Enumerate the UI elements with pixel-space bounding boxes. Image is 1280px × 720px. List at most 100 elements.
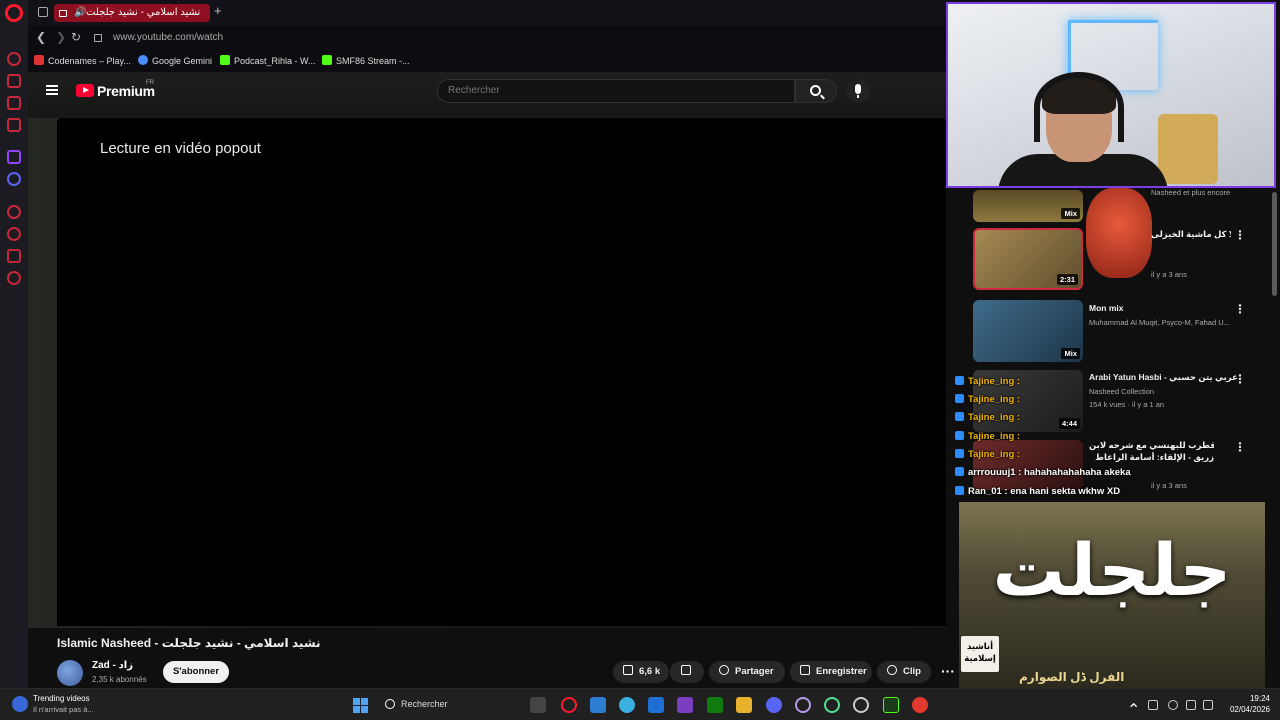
bookmark-smf86[interactable]: SMF86 Stream -... bbox=[322, 55, 410, 66]
rec-title[interactable]: Arabi Yatun Hasbi - عربي يتن حسبي bbox=[1089, 372, 1239, 383]
rec-thumb-5[interactable] bbox=[973, 440, 1083, 490]
chat-message: Tajine_ing : bbox=[955, 431, 1020, 442]
chat-badge-icon bbox=[955, 486, 964, 495]
twitch-icon[interactable] bbox=[7, 150, 21, 164]
voice-search-button[interactable] bbox=[846, 79, 870, 103]
speed-dial-icon[interactable] bbox=[7, 52, 21, 66]
mic-tray-icon[interactable] bbox=[1148, 700, 1158, 710]
chat-message: Tajine_ing : bbox=[955, 412, 1020, 423]
news-widget-icon[interactable] bbox=[12, 696, 28, 712]
search-box[interactable] bbox=[437, 79, 795, 103]
new-tab-button[interactable]: + bbox=[214, 3, 222, 18]
app-icon[interactable] bbox=[590, 697, 606, 713]
volume-icon[interactable] bbox=[1186, 700, 1196, 710]
lock-icon[interactable] bbox=[94, 34, 102, 42]
speaker-icon[interactable]: 🔊 bbox=[74, 4, 86, 22]
scissors-icon bbox=[887, 665, 897, 675]
rec-menu-button[interactable]: ⋮ bbox=[1234, 228, 1246, 242]
url-field[interactable]: www.youtube.com/watch bbox=[113, 32, 223, 43]
clock-date[interactable]: 02/04/2026 bbox=[1220, 705, 1270, 714]
copilot-icon[interactable] bbox=[619, 697, 635, 713]
record-icon[interactable] bbox=[912, 697, 928, 713]
tab-youtube[interactable]: 🔊 نشيد اسلامي - نشيد جلجلت bbox=[54, 4, 210, 22]
lamp-decoration bbox=[1158, 114, 1218, 184]
chat-message: Ran_01 : ena hani sekta wkhw XD bbox=[955, 486, 1120, 497]
app-icon[interactable] bbox=[677, 697, 693, 713]
share-button[interactable]: Partager bbox=[709, 661, 785, 683]
mail-icon[interactable] bbox=[7, 118, 21, 132]
rec-subtitle: Nasheed et plus encore bbox=[1151, 188, 1231, 197]
taskbar-search[interactable]: Rechercher bbox=[401, 699, 448, 709]
discord-taskbar-icon[interactable] bbox=[766, 697, 782, 713]
workspaces-icon[interactable] bbox=[38, 7, 48, 17]
rec-menu-button[interactable]: ⋮ bbox=[1234, 372, 1246, 386]
reload-icon[interactable]: ↻ bbox=[71, 30, 81, 44]
xbox-icon[interactable] bbox=[707, 697, 723, 713]
app-icon[interactable] bbox=[824, 697, 840, 713]
bookmark-podcast-rihla[interactable]: Podcast_Rihla - W... bbox=[220, 55, 316, 66]
more-actions-button[interactable]: ··· bbox=[941, 663, 955, 679]
rec-thumb-3[interactable]: Mix bbox=[973, 300, 1083, 362]
rec-meta: il y a 3 ans bbox=[1151, 481, 1187, 490]
forward-arrow-icon[interactable]: ❯ bbox=[56, 30, 66, 44]
bookmark-codenames[interactable]: Codenames – Play... bbox=[34, 55, 131, 66]
youtube-logo-icon[interactable] bbox=[76, 84, 94, 97]
search-button[interactable] bbox=[795, 79, 837, 103]
address-bar: ❮ ❯ ↻ www.youtube.com/watch bbox=[28, 26, 946, 50]
chat-badge-icon bbox=[955, 449, 964, 458]
popout-message: Lecture en vidéo popout bbox=[100, 140, 261, 157]
dislike-button[interactable] bbox=[670, 661, 704, 683]
discord-icon[interactable] bbox=[7, 172, 21, 186]
battery-icon[interactable] bbox=[1203, 700, 1213, 710]
extensions-icon[interactable] bbox=[7, 249, 21, 263]
rec-title[interactable]: ألا كل ماشية الخيزلى bbox=[1151, 229, 1231, 240]
video-player[interactable] bbox=[57, 118, 946, 626]
widget-title[interactable]: Trending videos bbox=[33, 694, 90, 703]
subscriber-count: 2,35 k abonnés bbox=[92, 675, 147, 684]
rec-thumb-2[interactable]: 2:31 bbox=[973, 228, 1083, 290]
like-button[interactable]: 6,6 k bbox=[613, 661, 669, 683]
taskbar-search-icon[interactable] bbox=[385, 699, 395, 709]
player-icon[interactable] bbox=[7, 205, 21, 219]
rec-thumb-1[interactable]: Mix bbox=[973, 190, 1083, 222]
rec-title[interactable]: نظم ملك قطرب للبهنسي مع شرحه لابن bbox=[1089, 440, 1214, 451]
tab-bar: 🔊 نشيد اسلامي - نشيد جلجلت + bbox=[28, 0, 946, 26]
back-arrow-icon[interactable]: ❮ bbox=[36, 30, 46, 44]
opera-taskbar-icon[interactable] bbox=[561, 697, 577, 713]
chevron-up-icon[interactable]: ⌃ bbox=[1127, 700, 1140, 719]
chat-message: arrrouuuj1 : hahahahahahaha akeka bbox=[955, 467, 1131, 478]
task-view-icon[interactable] bbox=[530, 697, 546, 713]
save-button[interactable]: Enregistrer bbox=[790, 661, 872, 683]
search-input[interactable] bbox=[448, 85, 778, 96]
rec-title-line2: زريق - الإلقاء: أسامة الراعاط bbox=[1095, 452, 1214, 462]
rec-menu-button[interactable]: ⋮ bbox=[1234, 302, 1246, 316]
scrollbar[interactable] bbox=[1272, 192, 1277, 296]
opera-logo-icon[interactable] bbox=[5, 4, 23, 22]
file-explorer-icon[interactable] bbox=[736, 697, 752, 713]
subscribe-button[interactable]: S'abonner bbox=[163, 661, 229, 683]
messenger-icon[interactable] bbox=[7, 96, 21, 110]
reaction-face-sticker bbox=[1086, 188, 1152, 278]
gemini-icon bbox=[138, 55, 148, 65]
rec-menu-button[interactable]: ⋮ bbox=[1234, 440, 1246, 454]
codenames-icon bbox=[34, 55, 44, 65]
history-icon[interactable] bbox=[7, 227, 21, 241]
chat-message: Tajine_ing : bbox=[955, 376, 1020, 387]
opera-gx-icon[interactable] bbox=[795, 697, 811, 713]
rec-title[interactable]: Mon mix bbox=[1089, 303, 1239, 313]
aria-icon[interactable] bbox=[7, 74, 21, 88]
webcam-overlay bbox=[946, 2, 1276, 188]
hamburger-menu-icon[interactable] bbox=[46, 85, 58, 95]
channel-name[interactable]: Zad - زاد bbox=[92, 660, 133, 671]
app-icon[interactable] bbox=[853, 697, 869, 713]
channel-avatar[interactable] bbox=[57, 660, 83, 686]
store-icon[interactable] bbox=[648, 697, 664, 713]
windows-start-icon[interactable] bbox=[353, 698, 368, 713]
terminal-icon[interactable] bbox=[883, 697, 899, 713]
rec-subtitle: Nasheed Collection bbox=[1089, 387, 1155, 396]
settings-gear-icon[interactable] bbox=[7, 271, 21, 285]
wifi-icon[interactable] bbox=[1168, 700, 1178, 710]
clock-time[interactable]: 19:24 bbox=[1220, 694, 1270, 703]
clip-button[interactable]: Clip bbox=[877, 661, 931, 683]
bookmark-gemini[interactable]: Google Gemini bbox=[138, 55, 212, 66]
